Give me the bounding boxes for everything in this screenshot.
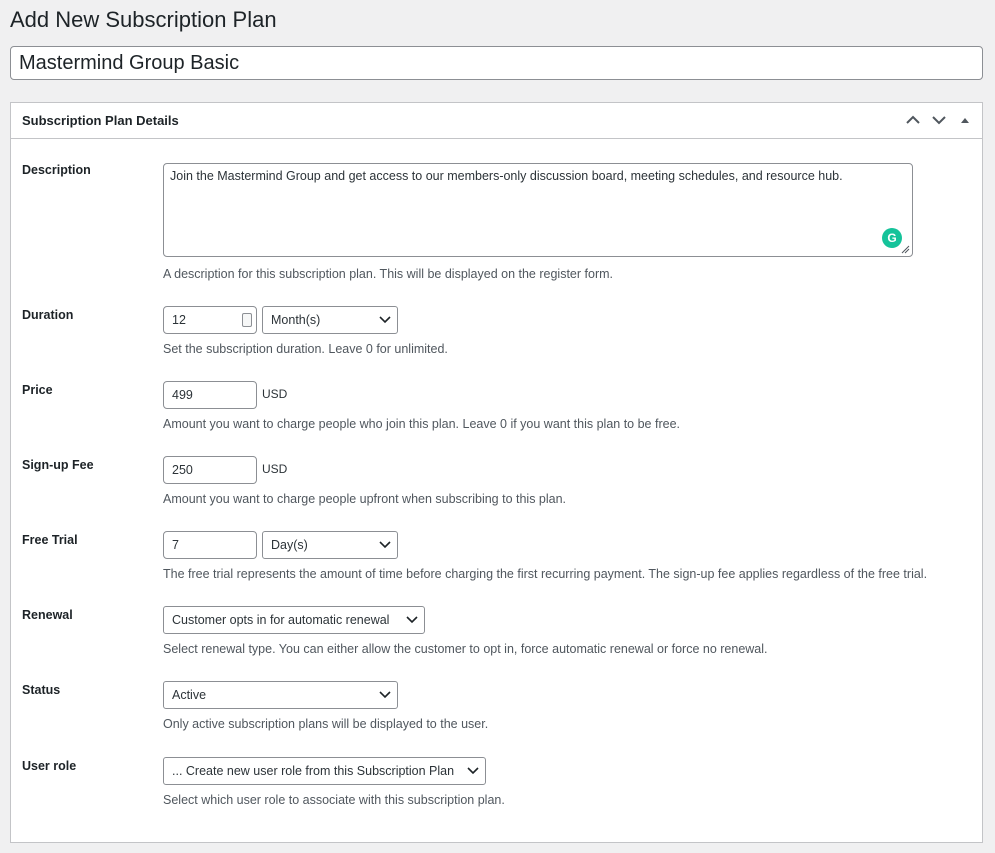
plan-title-input[interactable]: Mastermind Group Basic xyxy=(10,46,983,80)
status-value: Active xyxy=(172,688,207,702)
user-role-value: ... Create new user role from this Subsc… xyxy=(172,764,455,778)
duration-input[interactable]: 12 xyxy=(163,306,257,334)
free-trial-input[interactable]: 7 xyxy=(163,531,257,559)
signup-fee-currency: USD xyxy=(262,462,288,476)
free-trial-unit-value: Day(s) xyxy=(271,538,308,552)
price-input[interactable]: 499 xyxy=(163,381,257,409)
renewal-select[interactable]: Customer opts in for automatic renewal xyxy=(163,606,425,634)
resize-grip-icon[interactable] xyxy=(900,244,910,254)
subscription-plan-details-box: Subscription Plan Details Description Jo… xyxy=(10,102,983,843)
duration-help: Set the subscription duration. Leave 0 f… xyxy=(163,342,448,356)
move-up-button[interactable] xyxy=(902,109,924,131)
description-label: Description xyxy=(22,163,91,177)
duration-unit-select[interactable]: Month(s) xyxy=(262,306,398,334)
duration-value: 12 xyxy=(172,313,186,327)
user-role-select[interactable]: ... Create new user role from this Subsc… xyxy=(163,757,486,785)
chevron-down-icon xyxy=(379,541,391,549)
duration-unit-value: Month(s) xyxy=(271,313,321,327)
handle-actions xyxy=(902,109,976,131)
move-down-button[interactable] xyxy=(928,109,950,131)
user-role-label: User role xyxy=(22,759,77,773)
price-value: 499 xyxy=(172,388,193,402)
price-help: Amount you want to charge people who joi… xyxy=(163,417,680,431)
chevron-down-icon xyxy=(379,691,391,699)
status-label: Status xyxy=(22,683,61,697)
renewal-help: Select renewal type. You can either allo… xyxy=(163,642,768,656)
price-label: Price xyxy=(22,383,53,397)
status-help: Only active subscription plans will be d… xyxy=(163,717,489,731)
free-trial-label: Free Trial xyxy=(22,533,78,547)
free-trial-unit-select[interactable]: Day(s) xyxy=(262,531,398,559)
price-currency: USD xyxy=(262,387,288,401)
chevron-down-icon xyxy=(406,616,418,624)
free-trial-value: 7 xyxy=(172,538,179,552)
signup-fee-input[interactable]: 250 xyxy=(163,456,257,484)
description-value: Join the Mastermind Group and get access… xyxy=(170,169,843,183)
spinner-icon[interactable] xyxy=(242,313,252,327)
renewal-value: Customer opts in for automatic renewal xyxy=(172,613,390,627)
chevron-down-icon xyxy=(379,316,391,324)
postbox-title: Subscription Plan Details xyxy=(22,113,179,128)
signup-fee-help: Amount you want to charge people upfront… xyxy=(163,492,567,506)
chevron-up-icon xyxy=(906,115,920,124)
triangle-up-icon xyxy=(961,118,969,123)
description-textarea[interactable]: Join the Mastermind Group and get access… xyxy=(163,163,913,257)
grammarly-icon[interactable]: G xyxy=(882,228,902,248)
chevron-down-icon xyxy=(467,767,479,775)
description-help: A description for this subscription plan… xyxy=(163,267,613,281)
page-title: Add New Subscription Plan xyxy=(10,7,277,32)
free-trial-help: The free trial represents the amount of … xyxy=(163,567,928,581)
signup-fee-label: Sign-up Fee xyxy=(22,458,94,472)
signup-fee-value: 250 xyxy=(172,463,193,477)
toggle-panel-button[interactable] xyxy=(954,109,976,131)
chevron-down-icon xyxy=(932,116,946,125)
user-role-help: Select which user role to associate with… xyxy=(163,793,505,807)
duration-label: Duration xyxy=(22,308,74,322)
renewal-label: Renewal xyxy=(22,608,73,622)
status-select[interactable]: Active xyxy=(163,681,398,709)
postbox-header: Subscription Plan Details xyxy=(11,103,982,139)
